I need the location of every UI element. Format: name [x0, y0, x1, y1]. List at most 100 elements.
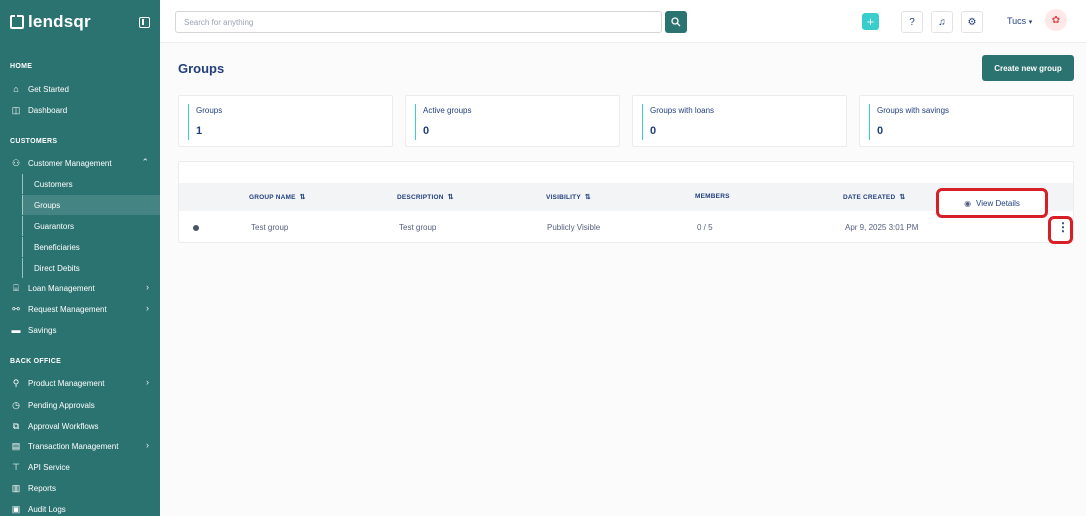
search-icon [671, 17, 681, 27]
sidebar-item-pending-approvals[interactable]: ◷ Pending Approvals [0, 395, 160, 415]
help-icon[interactable]: ? [901, 11, 923, 33]
dashboard-icon: ◫ [11, 104, 21, 115]
sidebar-item-product-management[interactable]: ⚲ Product Management › [0, 373, 160, 393]
stat-card-groups-with-savings: Groups with savings 0 [859, 95, 1074, 147]
gear-icon[interactable]: ⚙ [961, 11, 983, 33]
sidebar-item-label: Approval Workflows [28, 421, 99, 431]
sidebar-item-audit-logs[interactable]: ▣ Audit Logs [0, 499, 160, 516]
sidebar-item-label: Transaction Management [28, 441, 119, 451]
create-new-group-button[interactable]: Create new group [982, 55, 1074, 81]
sidebar-item-savings[interactable]: ▬ Savings [0, 320, 160, 340]
stat-label: Groups with savings [877, 106, 950, 115]
sidebar-subitem-label: Guarantors [34, 221, 75, 231]
sidebar-item-customer-management[interactable]: ⚇ Customer Management ⌃ [0, 153, 160, 173]
stat-card-groups: Groups 1 [178, 95, 393, 147]
column-header-group-name[interactable]: GROUP NAME ⇅ [249, 193, 306, 201]
search-input[interactable]: Search for anything [175, 11, 662, 33]
sort-icon: ⇅ [899, 194, 906, 201]
sidebar-item-label: Pending Approvals [28, 400, 95, 410]
sidebar-subitem-guarantors[interactable]: Guarantors [22, 216, 160, 236]
column-header-date-created[interactable]: DATE CREATED ⇅ [843, 193, 905, 201]
stat-label: Groups [196, 106, 223, 115]
avatar[interactable]: ✿ [1045, 9, 1067, 31]
sidebar-item-transaction-management[interactable]: ▤ Transaction Management › [0, 436, 160, 456]
api-icon: ⊤ [12, 461, 20, 472]
stat-accent-bar [869, 104, 870, 140]
chevron-right-icon: › [146, 440, 149, 450]
sidebar-item-label: Loan Management [28, 283, 95, 293]
sidebar-item-label: Savings [28, 325, 57, 335]
stat-value: 0 [877, 125, 884, 137]
add-icon[interactable]: + [862, 13, 879, 30]
main-content: Groups Create new group Groups 1 Active … [160, 43, 1086, 516]
sidebar-item-label: Request Management [28, 304, 107, 314]
transaction-icon: ▤ [11, 440, 21, 451]
sort-icon: ⇅ [584, 194, 591, 201]
view-details-option[interactable]: View Details [976, 199, 1020, 208]
sidebar-item-dashboard[interactable]: ◫ Dashboard [0, 100, 160, 120]
savings-icon: ▬ [11, 324, 21, 335]
collapse-sidebar-icon[interactable] [139, 17, 150, 28]
stat-label: Active groups [423, 106, 472, 115]
sidebar-subitem-groups[interactable]: Groups [22, 195, 160, 215]
logo-text: lendsqr [28, 12, 91, 31]
stat-label: Groups with loans [650, 106, 715, 115]
sidebar-subitem-label: Beneficiaries [34, 242, 80, 252]
cell-members: 0 / 5 [697, 223, 713, 232]
sidebar-item-api-service[interactable]: ⊤ API Service [0, 457, 160, 477]
sidebar-item-label: Audit Logs [28, 504, 66, 514]
column-header-description[interactable]: DESCRIPTION ⇅ [397, 193, 454, 201]
sidebar: lendsqr HOME ⌂ Get Started ◫ Dashboard C… [0, 0, 160, 516]
stat-value: 1 [196, 125, 203, 137]
stat-accent-bar [188, 104, 189, 140]
sidebar-subitem-direct-debits[interactable]: Direct Debits [22, 258, 160, 278]
sidebar-item-label: Product Management [28, 378, 105, 388]
home-icon: ⌂ [13, 83, 19, 94]
sidebar-subitem-beneficiaries[interactable]: Beneficiaries [22, 237, 160, 257]
user-menu[interactable]: Tucs ▾ [1007, 16, 1032, 26]
bell-icon[interactable]: ♫ [931, 11, 953, 33]
chevron-up-icon: ⌃ [141, 157, 149, 167]
users-icon: ⚇ [11, 157, 21, 168]
sidebar-item-label: Dashboard [28, 105, 68, 115]
chevron-right-icon: › [146, 303, 149, 313]
logo[interactable]: lendsqr [10, 12, 91, 32]
sidebar-subitem-label: Groups [34, 200, 61, 210]
logo-icon [10, 15, 24, 29]
stat-card-groups-with-loans: Groups with loans 0 [632, 95, 847, 147]
caret-down-icon: ▾ [1028, 19, 1033, 26]
sidebar-item-request-management[interactable]: ⚯ Request Management › [0, 299, 160, 319]
sidebar-item-loan-management[interactable]: ⌸ Loan Management › [0, 278, 160, 298]
cell-group-name: Test group [251, 223, 289, 232]
stat-accent-bar [415, 104, 416, 140]
sidebar-subitem-label: Direct Debits [34, 263, 80, 273]
sidebar-item-label: API Service [28, 462, 70, 472]
search-button[interactable] [665, 11, 687, 33]
user-name: Tucs [1007, 16, 1027, 26]
search-placeholder: Search for anything [184, 17, 254, 27]
bank-icon: ⌸ [13, 282, 19, 293]
workflow-icon: ⧉ [12, 420, 20, 431]
cell-visibility: Publicly Visible [547, 223, 601, 232]
sidebar-item-get-started[interactable]: ⌂ Get Started [0, 79, 160, 99]
stat-accent-bar [642, 104, 643, 140]
cell-date-created: Apr 9, 2025 3:01 PM [845, 223, 919, 232]
stat-value: 0 [423, 125, 430, 137]
status-dot-icon [193, 225, 199, 231]
column-header-members: MEMBERS [695, 193, 730, 200]
report-icon: ▥ [11, 482, 21, 493]
sidebar-subitem-customers[interactable]: Customers [22, 174, 160, 194]
product-icon: ⚲ [12, 377, 20, 388]
stat-value: 0 [650, 125, 657, 137]
chevron-right-icon: › [146, 282, 149, 292]
sidebar-item-reports[interactable]: ▥ Reports [0, 478, 160, 498]
request-icon: ⚯ [12, 303, 20, 314]
sidebar-item-approval-workflows[interactable]: ⧉ Approval Workflows [0, 416, 160, 436]
section-title-home: HOME [10, 63, 33, 70]
stat-card-active-groups: Active groups 0 [405, 95, 620, 147]
section-title-back-office: BACK OFFICE [10, 358, 62, 365]
column-header-visibility[interactable]: VISIBILITY ⇅ [546, 193, 591, 201]
audit-icon: ▣ [11, 503, 21, 514]
chevron-right-icon: › [146, 377, 149, 387]
more-vertical-icon[interactable]: ⋮ [1057, 221, 1069, 233]
